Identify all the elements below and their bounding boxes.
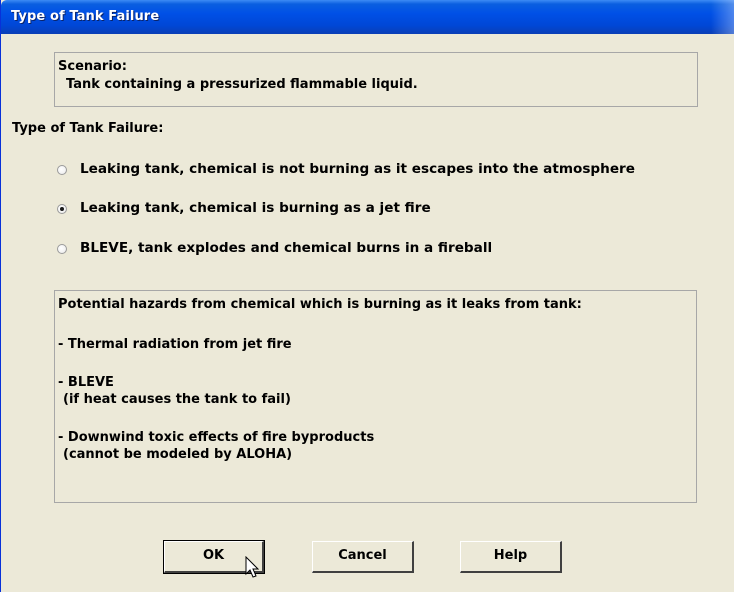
help-button[interactable]: Help	[460, 541, 562, 573]
option-label[interactable]: Leaking tank, chemical is burning as a j…	[80, 200, 431, 216]
radio-checked-icon[interactable]	[57, 204, 67, 214]
scenario-label: Scenario:	[58, 59, 127, 74]
failure-type-heading: Type of Tank Failure:	[12, 121, 164, 136]
option-label[interactable]: BLEVE, tank explodes and chemical burns …	[80, 240, 492, 256]
mouse-pointer-icon	[245, 556, 260, 578]
hazard-item: - BLEVE	[58, 375, 114, 390]
window-title: Type of Tank Failure	[11, 9, 160, 24]
radio-icon[interactable]	[57, 244, 67, 254]
hazard-item-note: (if heat causes the tank to fail)	[63, 392, 291, 407]
hazards-intro: Potential hazards from chemical which is…	[58, 297, 582, 312]
cancel-button[interactable]: Cancel	[312, 541, 414, 573]
scenario-text: Tank containing a pressurized flammable …	[66, 77, 418, 92]
hazards-panel: Potential hazards from chemical which is…	[54, 290, 697, 503]
scenario-panel: Scenario: Tank containing a pressurized …	[54, 52, 698, 107]
title-bar[interactable]: Type of Tank Failure	[1, 0, 734, 34]
hazard-item-note: (cannot be modeled by ALOHA)	[63, 447, 293, 462]
option-label[interactable]: Leaking tank, chemical is not burning as…	[80, 161, 635, 177]
radio-icon[interactable]	[57, 165, 67, 175]
hazard-item: - Downwind toxic effects of fire byprodu…	[58, 430, 375, 445]
dialog-window: Type of Tank Failure Scenario: Tank cont…	[0, 0, 734, 592]
hazard-item: - Thermal radiation from jet fire	[58, 337, 292, 352]
